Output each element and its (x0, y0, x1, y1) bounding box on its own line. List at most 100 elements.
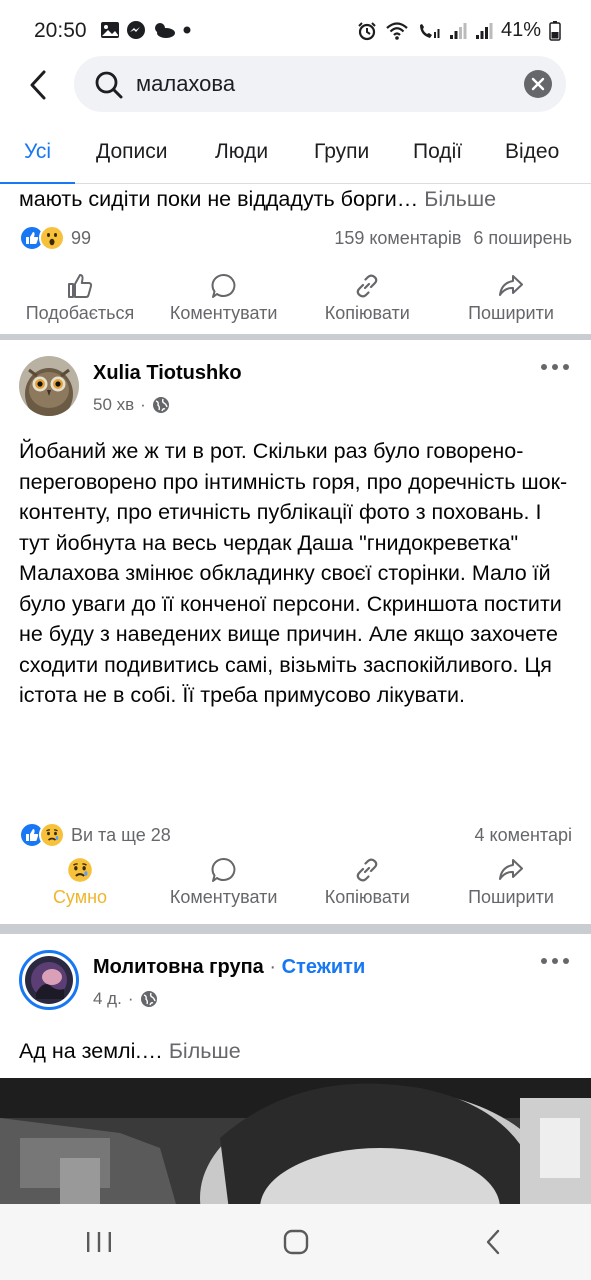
tab-videos[interactable]: Відео (505, 120, 559, 184)
share-button[interactable]: Поширити (441, 857, 581, 908)
call-signal-icon (417, 21, 441, 41)
copy-label: Копіювати (324, 886, 410, 907)
post-actions: Сумно Коментувати Копіювати Поширити (0, 848, 591, 916)
post-card: мають сидіти поки не віддадуть борги… Бі… (0, 184, 591, 334)
signal-icon-2 (475, 22, 493, 40)
search-icon (94, 70, 124, 105)
post-meta: 50 хв · (93, 395, 170, 415)
clear-search-button[interactable] (524, 70, 552, 98)
share-label: Поширити (468, 886, 554, 907)
share-icon (498, 858, 523, 880)
share-button[interactable]: Поширити (441, 273, 581, 324)
more-dot (552, 958, 558, 964)
home-icon (283, 1229, 308, 1255)
meta-separator: · (140, 395, 146, 414)
avatar[interactable] (19, 950, 79, 1010)
post-text-short: Ад на землі.… (19, 1039, 163, 1063)
avatar[interactable] (19, 356, 79, 416)
signal-icon (449, 22, 467, 40)
comment-label: Коментувати (169, 886, 278, 907)
comment-button[interactable]: Коментувати (154, 857, 294, 908)
status-bar: 20:50 41% (0, 0, 591, 56)
back-button[interactable] (20, 64, 56, 106)
messenger-icon (126, 20, 146, 40)
see-more-link[interactable]: Більше (169, 1039, 241, 1063)
link-icon (356, 274, 378, 297)
post-meta: 4 д. · (93, 989, 158, 1009)
tab-people[interactable]: Люди (215, 120, 268, 184)
reactions-count: 99 (71, 227, 92, 248)
group-name[interactable]: Молитовна група (93, 956, 264, 978)
post-card: Xulia Tiotushko 50 хв · Йобаний же ж ти … (0, 340, 591, 924)
search-filter-tabs: Усі Дописи Люди Групи Події Відео (0, 120, 591, 185)
reactions-summary[interactable]: 99 159 коментарів 6 поширень (0, 218, 591, 258)
like-outline-icon (68, 273, 93, 298)
shares-count[interactable]: 6 поширень (473, 228, 572, 249)
copy-label: Копіювати (324, 302, 410, 323)
copy-link-button[interactable]: Копіювати (297, 273, 437, 324)
reaction-icons: Ви та ще 28 (19, 822, 171, 848)
post-actions: Подобається Коментувати Копіювати Пошири… (0, 264, 591, 332)
post-text: Йобаний же ж ти в рот. Скільки раз було … (19, 439, 568, 707)
more-dot (541, 364, 547, 370)
home-button[interactable] (256, 1212, 336, 1272)
follow-link[interactable]: Стежити (282, 956, 366, 978)
alarm-icon (357, 21, 377, 41)
share-icon (498, 274, 523, 296)
reaction-icons: 99 (19, 225, 91, 251)
back-arrow-icon (30, 70, 46, 100)
battery-icon (549, 20, 561, 41)
tab-events[interactable]: Події (413, 120, 462, 184)
sad-reaction-icon (68, 857, 92, 882)
post-text: мають сидіти поки не віддадуть борги… Бі… (0, 184, 591, 215)
reactions-text: Ви та ще 28 (71, 824, 171, 845)
more-dot (563, 958, 569, 964)
post-card: Молитовна група · Стежити 4 д. · Ад на з… (0, 934, 591, 1204)
post-photo[interactable] (0, 1078, 591, 1204)
wow-icon (39, 225, 65, 251)
search-header (0, 56, 591, 114)
back-nav-button[interactable] (453, 1212, 533, 1272)
post-text-tail: мають сидіти поки не віддадуть борги… (19, 187, 419, 211)
more-dot (563, 364, 569, 370)
back-icon (486, 1229, 499, 1255)
globe-icon (152, 397, 169, 413)
post-author[interactable]: Xulia Tiotushko (93, 362, 242, 385)
tab-groups[interactable]: Групи (314, 120, 369, 184)
system-nav-bar (0, 1204, 591, 1280)
comment-icon (211, 857, 236, 882)
post-header: Xulia Tiotushko 50 хв · (0, 340, 591, 420)
weather-icon (152, 21, 176, 39)
search-box[interactable] (74, 56, 566, 112)
search-results-feed: мають сидіти поки не віддадуть борги… Бі… (0, 184, 591, 1204)
separator: · (269, 956, 277, 978)
status-right: 41% (357, 19, 561, 42)
see-more-link[interactable]: Більше (424, 187, 496, 211)
copy-link-button[interactable]: Копіювати (297, 857, 437, 908)
link-icon (356, 858, 378, 881)
meta-separator: · (127, 989, 134, 1008)
post-time[interactable]: 50 хв (93, 395, 134, 415)
sad-reaction-button[interactable]: Сумно (10, 857, 150, 908)
recent-apps-button[interactable] (59, 1212, 139, 1272)
status-time: 20:50 (34, 19, 87, 42)
like-button[interactable]: Подобається (10, 273, 150, 324)
post-options-button[interactable] (535, 358, 575, 376)
tab-all[interactable]: Усі (0, 120, 76, 185)
globe-icon (140, 991, 157, 1007)
post-text: Ад на землі.… Більше (0, 1036, 591, 1067)
recent-apps-icon (86, 1232, 111, 1252)
comments-count[interactable]: 159 коментарів (334, 228, 461, 249)
comment-label: Коментувати (169, 302, 278, 323)
tab-posts[interactable]: Дописи (96, 120, 167, 184)
post-options-button[interactable] (535, 952, 575, 970)
dot-icon (182, 25, 192, 35)
like-label: Подобається (25, 302, 135, 323)
search-input[interactable] (136, 67, 516, 101)
post-time[interactable]: 4 д. (93, 989, 122, 1009)
wifi-icon (385, 21, 409, 41)
comments-count[interactable]: 4 коментарі (475, 825, 573, 846)
battery-text: 41% (500, 19, 541, 41)
clear-icon (531, 77, 545, 91)
comment-button[interactable]: Коментувати (154, 273, 294, 324)
